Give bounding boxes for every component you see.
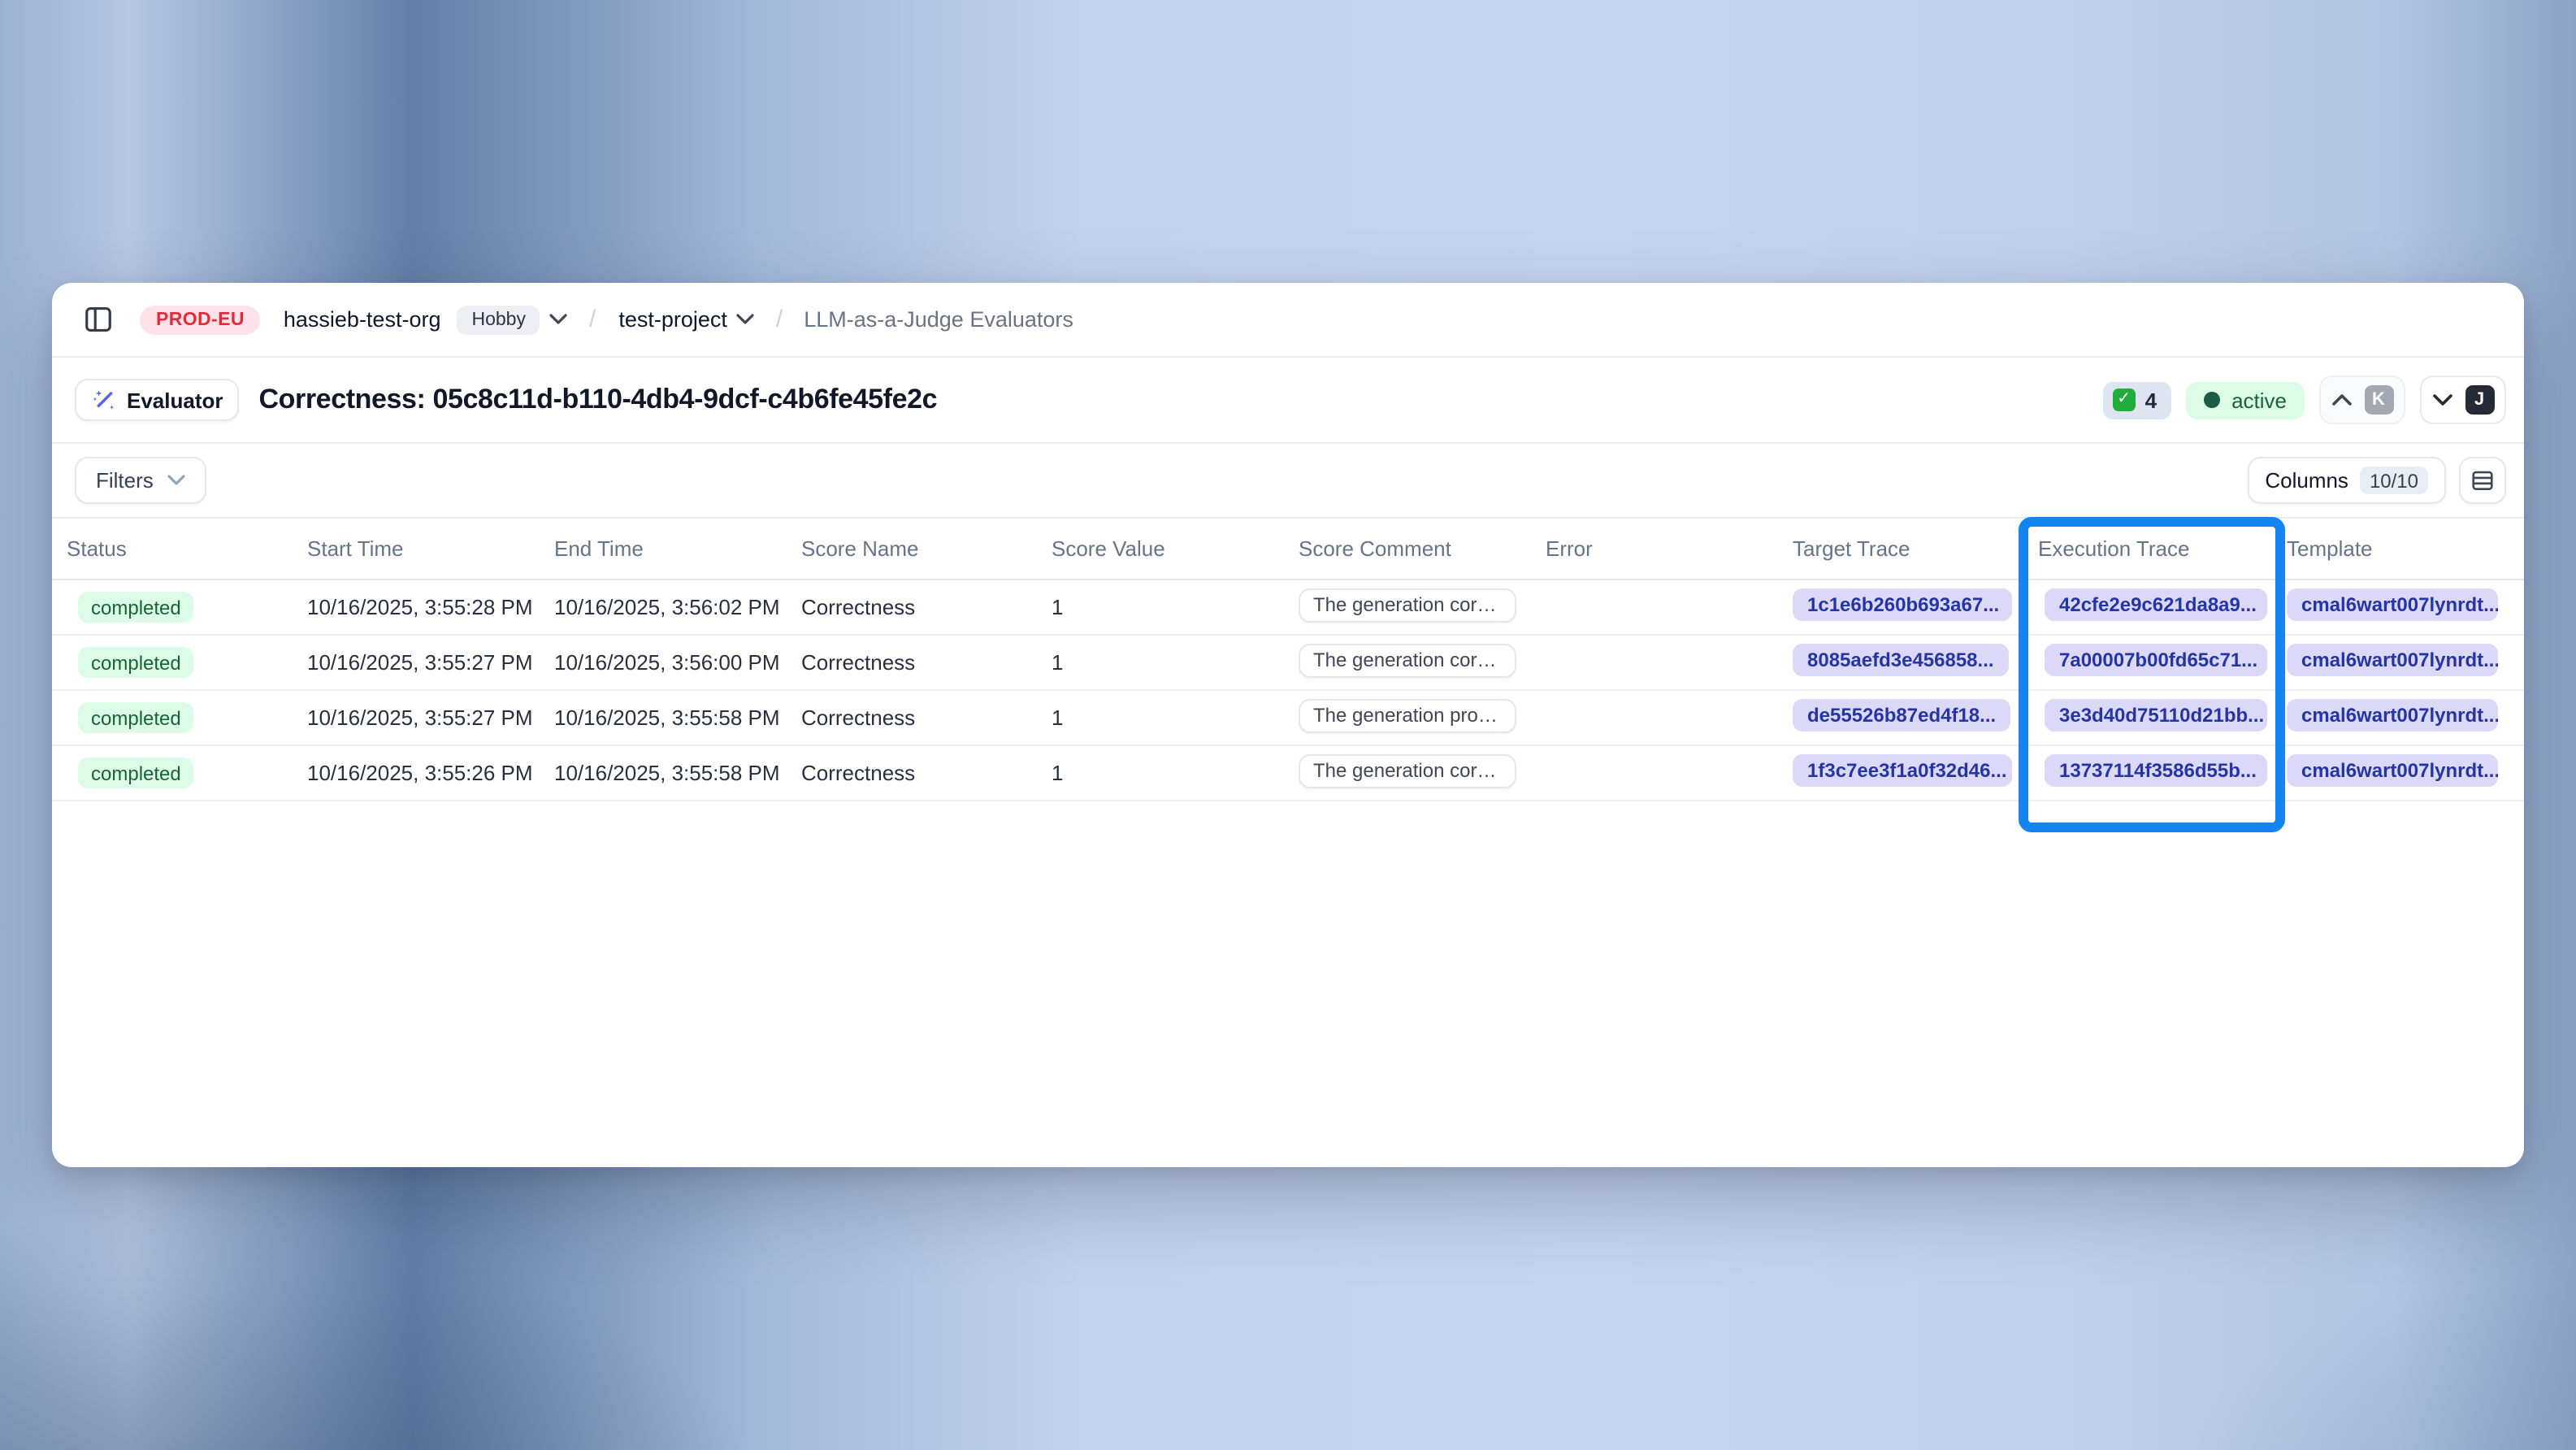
evaluator-type-label: Evaluator: [127, 388, 223, 412]
project-switcher-button[interactable]: [737, 314, 755, 325]
target-trace-link[interactable]: 8085aefd3e456858...: [1793, 644, 2009, 676]
cell-start-time: 10/16/2025, 3:55:27 PM: [307, 705, 554, 730]
table-header-row: Status Start Time End Time Score Name Sc…: [52, 519, 2524, 580]
chevron-down-icon: [168, 475, 186, 486]
cell-start-time: 10/16/2025, 3:55:26 PM: [307, 761, 554, 785]
template-link[interactable]: cmal6wart007lynrdt...: [2287, 644, 2498, 676]
template-link[interactable]: cmal6wart007lynrdt...: [2287, 754, 2498, 787]
panel-left-icon: [82, 304, 113, 335]
next-item-button[interactable]: J: [2420, 376, 2506, 424]
score-comment-chip[interactable]: The generation corre...: [1299, 588, 1516, 622]
columns-count-chip: 10/10: [2360, 467, 2428, 494]
cell-end-time: 10/16/2025, 3:55:58 PM: [554, 761, 801, 785]
run-count-badge[interactable]: ✓ 4: [2103, 381, 2171, 419]
wand-sparkles-icon: [91, 387, 117, 413]
column-header-status[interactable]: Status: [67, 536, 307, 561]
run-count-value: 4: [2145, 388, 2157, 412]
cell-score-value: 1: [1052, 650, 1299, 675]
evaluator-type-badge: Evaluator: [75, 379, 240, 421]
breadcrumb-page: LLM-as-a-Judge Evaluators: [804, 307, 1073, 332]
chevron-down-icon: [2432, 393, 2452, 406]
filters-label: Filters: [96, 468, 154, 493]
column-header-template[interactable]: Template: [2287, 536, 2524, 561]
environment-badge: PROD-EU: [140, 305, 261, 334]
page-title: Correctness: 05c8c11d-b110-4db4-9dcf-c4b…: [259, 384, 938, 416]
cell-start-time: 10/16/2025, 3:55:27 PM: [307, 650, 554, 675]
column-header-score-comment[interactable]: Score Comment: [1299, 536, 1546, 561]
shortcut-key-k: K: [2364, 385, 2393, 415]
cell-score-name: Correctness: [801, 595, 1052, 619]
columns-button[interactable]: Columns 10/10: [2247, 457, 2446, 504]
status-badge[interactable]: active: [2186, 381, 2305, 419]
cell-score-name: Correctness: [801, 650, 1052, 675]
check-square-icon: ✓: [2113, 389, 2136, 411]
template-link[interactable]: cmal6wart007lynrdt...: [2287, 588, 2498, 621]
target-trace-link[interactable]: de55526b87ed4f18...: [1793, 699, 2010, 732]
breadcrumb-org[interactable]: hassieb-test-org: [284, 307, 441, 332]
execution-trace-link[interactable]: 7a00007b00fd65c71...: [2045, 644, 2267, 676]
breadcrumb-project[interactable]: test-project: [618, 307, 727, 332]
score-comment-chip[interactable]: The generation corre...: [1299, 753, 1516, 788]
cell-score-value: 1: [1052, 761, 1299, 785]
cell-start-time: 10/16/2025, 3:55:28 PM: [307, 595, 554, 619]
toolbar-right-group: Columns 10/10: [2247, 457, 2506, 504]
score-comment-chip[interactable]: The generation corre...: [1299, 643, 1516, 677]
cell-end-time: 10/16/2025, 3:56:02 PM: [554, 595, 801, 619]
app-window: PROD-EU hassieb-test-org Hobby / test-pr…: [52, 283, 2524, 1167]
execution-trace-link[interactable]: 13737114f3586d55b...: [2045, 754, 2267, 787]
table-row[interactable]: completed 10/16/2025, 3:55:27 PM 10/16/2…: [52, 636, 2524, 691]
table-toolbar: Filters Columns 10/10: [52, 444, 2524, 519]
shortcut-key-j: J: [2465, 385, 2494, 415]
template-link[interactable]: cmal6wart007lynrdt...: [2287, 699, 2498, 732]
execution-trace-link[interactable]: 3e3d40d75110d21bb...: [2045, 699, 2267, 732]
status-badge: completed: [78, 702, 194, 733]
cell-score-value: 1: [1052, 705, 1299, 730]
cell-score-name: Correctness: [801, 761, 1052, 785]
table-row[interactable]: completed 10/16/2025, 3:55:26 PM 10/16/2…: [52, 746, 2524, 801]
filters-button[interactable]: Filters: [75, 457, 207, 504]
status-badge: completed: [78, 592, 194, 623]
rows-icon: [2470, 468, 2495, 493]
score-comment-chip[interactable]: The generation provi...: [1299, 698, 1516, 732]
table-row[interactable]: completed 10/16/2025, 3:55:28 PM 10/16/2…: [52, 580, 2524, 636]
column-header-end-time[interactable]: End Time: [554, 536, 801, 561]
breadcrumb: PROD-EU hassieb-test-org Hobby / test-pr…: [52, 283, 2524, 358]
org-switcher-button[interactable]: [550, 314, 568, 325]
column-header-score-name[interactable]: Score Name: [801, 536, 1052, 561]
target-trace-link[interactable]: 1c1e6b260b693a67...: [1793, 588, 2012, 621]
column-header-target-trace[interactable]: Target Trace: [1793, 536, 2038, 561]
breadcrumb-separator: /: [776, 306, 783, 333]
table-row[interactable]: completed 10/16/2025, 3:55:27 PM 10/16/2…: [52, 691, 2524, 746]
execution-trace-link[interactable]: 42cfe2e9c621da8a9...: [2045, 588, 2267, 621]
target-trace-link[interactable]: 1f3c7ee3f1a0f32d46...: [1793, 754, 2012, 787]
plan-badge[interactable]: Hobby: [457, 305, 540, 334]
header-actions: ✓ 4 active K: [2103, 376, 2506, 424]
column-header-score-value[interactable]: Score Value: [1052, 536, 1299, 561]
cell-score-name: Correctness: [801, 705, 1052, 730]
cell-score-value: 1: [1052, 595, 1299, 619]
status-badge: completed: [78, 647, 194, 678]
page-header: Evaluator Correctness: 05c8c11d-b110-4db…: [52, 358, 2524, 444]
status-label: active: [2231, 388, 2287, 412]
breadcrumb-separator: /: [589, 306, 596, 333]
cell-end-time: 10/16/2025, 3:55:58 PM: [554, 705, 801, 730]
desktop-background: PROD-EU hassieb-test-org Hobby / test-pr…: [0, 0, 2576, 1450]
status-badge: completed: [78, 758, 194, 788]
columns-label: Columns: [2265, 468, 2348, 493]
column-header-execution-trace[interactable]: Execution Trace: [2038, 536, 2287, 561]
row-height-button[interactable]: [2459, 457, 2506, 504]
previous-item-button[interactable]: K: [2319, 376, 2405, 424]
dot-icon: [2204, 392, 2220, 408]
cell-end-time: 10/16/2025, 3:56:00 PM: [554, 650, 801, 675]
column-header-error[interactable]: Error: [1546, 536, 1793, 561]
chevron-up-icon: [2331, 393, 2351, 406]
sidebar-toggle-button[interactable]: [76, 298, 119, 341]
column-header-start-time[interactable]: Start Time: [307, 536, 554, 561]
